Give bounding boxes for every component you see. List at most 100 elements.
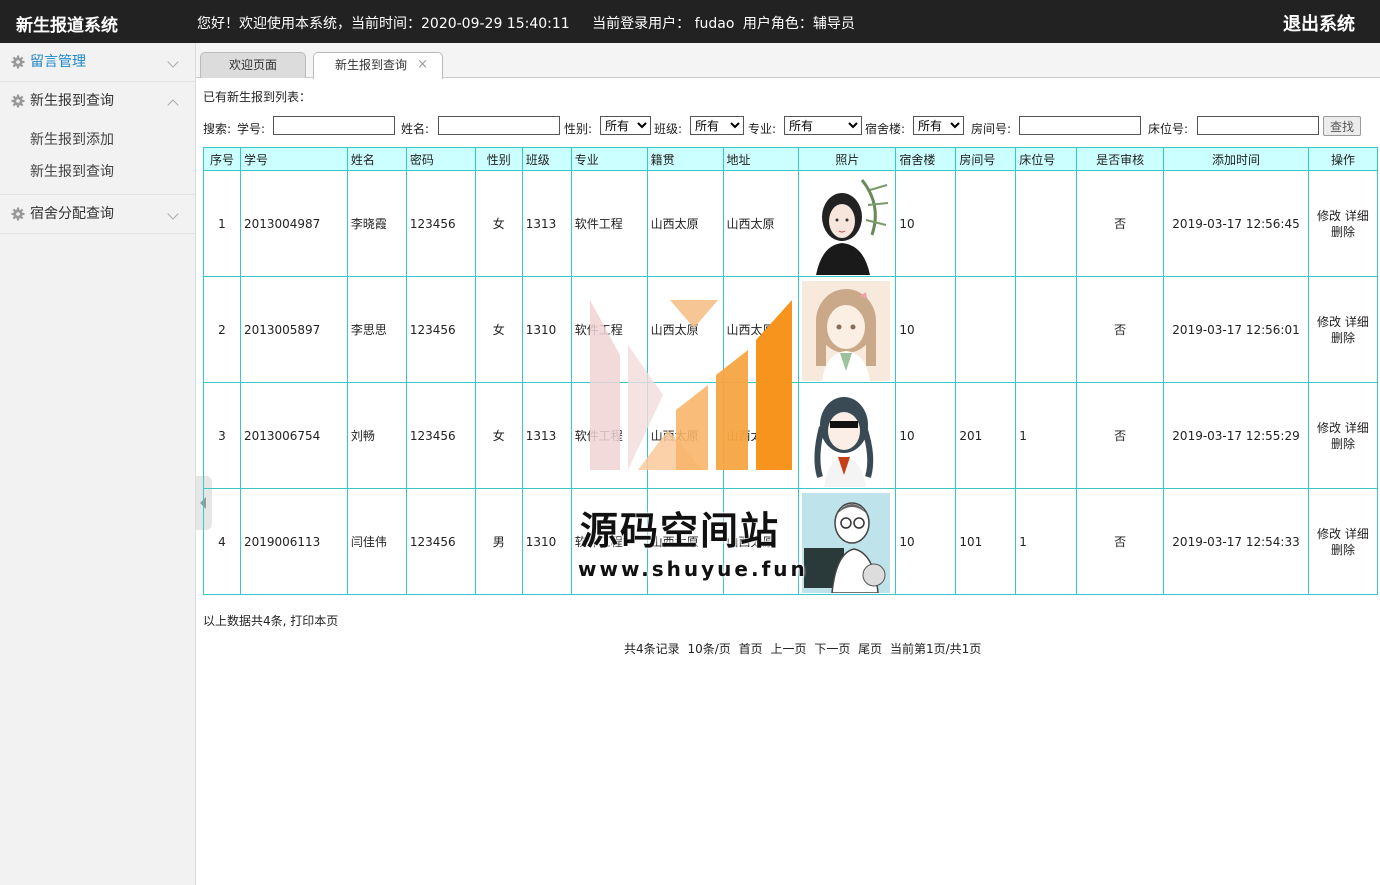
col-header: 性别 — [474, 147, 523, 171]
menu-label: 新生报到查询 — [30, 93, 114, 109]
cell-class: 1313 — [521, 170, 572, 277]
cell-dorm: 10 — [895, 488, 957, 595]
gender-select[interactable]: 所有 — [600, 116, 651, 135]
last-page-link[interactable]: 尾页 — [858, 642, 882, 656]
cell-origin: 山西太原 — [646, 276, 724, 383]
bed-input[interactable] — [1197, 116, 1319, 135]
tab-label: 欢迎页面 — [228, 58, 277, 72]
col-header: 添加时间 — [1163, 147, 1309, 171]
delete-link[interactable]: 删除 — [1331, 331, 1355, 345]
detail-link[interactable]: 详细 — [1345, 315, 1369, 329]
menu-dorm-assignment[interactable]: 宿舍分配查询 — [0, 195, 195, 233]
menu-label: 宿舍分配查询 — [30, 206, 114, 222]
col-header: 床位号 — [1015, 147, 1078, 171]
col-header: 专业 — [570, 147, 648, 171]
cell-addr: 山西太原 — [722, 170, 800, 277]
chevron-up-icon — [167, 99, 179, 111]
cell-sid: 2013006754 — [239, 382, 348, 489]
watermark-text: 源码空间站 — [580, 509, 781, 553]
class-select[interactable]: 所有 — [690, 116, 744, 135]
cell-pwd: 123456 — [405, 488, 476, 595]
ops-cell: 修改 详细删除 — [1307, 170, 1379, 277]
pagination: 共4条记录 10条/页 首页 上一页 下一页 尾页 当前第1页/共1页 — [624, 640, 985, 657]
cell-time: 2019-03-17 12:56:01 — [1163, 276, 1309, 383]
major-label: 专业: — [748, 122, 777, 136]
student-no-input[interactable] — [273, 116, 395, 135]
cell-no: 3 — [203, 382, 241, 489]
edit-link[interactable]: 修改 — [1317, 527, 1341, 541]
cell-time: 2019-03-17 12:55:29 — [1163, 382, 1309, 489]
col-header: 密码 — [405, 147, 476, 171]
search-button[interactable]: 查找 — [1323, 116, 1361, 136]
menu-group-registration: 新生报到查询 新生报到添加 新生报到查询 — [0, 82, 195, 195]
logout-button[interactable]: 退出系统 — [1283, 10, 1355, 36]
major-select[interactable]: 所有 — [784, 116, 862, 135]
detail-link[interactable]: 详细 — [1345, 209, 1369, 223]
cell-sid: 2013005897 — [239, 276, 348, 383]
cell-no: 2 — [203, 276, 241, 383]
cell-room — [955, 276, 1017, 383]
menu-label: 留言管理 — [30, 54, 86, 70]
student-photo — [802, 174, 891, 275]
cell-class: 1313 — [521, 382, 572, 489]
tab-welcome[interactable]: 欢迎页面 — [200, 52, 306, 78]
menu-group-messages: 留言管理 — [0, 43, 195, 82]
edit-link[interactable]: 修改 — [1317, 421, 1341, 435]
gear-icon — [11, 55, 25, 69]
detail-link[interactable]: 详细 — [1345, 421, 1369, 435]
cell-bed: 1 — [1015, 488, 1078, 595]
room-label: 房间号: — [971, 122, 1012, 136]
first-page-link[interactable]: 首页 — [739, 642, 763, 656]
menu-registration[interactable]: 新生报到查询 — [0, 82, 195, 120]
menu-messages[interactable]: 留言管理 — [0, 43, 195, 81]
name-label: 姓名: — [401, 122, 430, 136]
print-page-link[interactable]: 打印本页 — [290, 614, 338, 628]
gender-label: 性别: — [564, 122, 593, 136]
summary-line: 以上数据共4条, 打印本页 — [203, 612, 338, 629]
detail-link[interactable]: 详细 — [1345, 527, 1369, 541]
dorm-label: 宿舍楼: — [865, 122, 906, 136]
sidebar-item-registration-add[interactable]: 新生报到添加 — [0, 124, 195, 156]
cell-no: 1 — [203, 170, 241, 277]
next-page-link[interactable]: 下一页 — [814, 642, 850, 656]
delete-link[interactable]: 删除 — [1331, 437, 1355, 451]
prev-page-link[interactable]: 上一页 — [770, 642, 806, 656]
col-header: 籍贯 — [646, 147, 724, 171]
dorm-select[interactable]: 所有 — [913, 116, 964, 135]
user-role-text: 用户角色：辅导员 — [742, 16, 855, 32]
col-header: 宿舍楼 — [895, 147, 957, 171]
cell-audited: 否 — [1076, 276, 1165, 383]
cell-time: 2019-03-17 12:54:33 — [1163, 488, 1309, 595]
delete-link[interactable]: 删除 — [1331, 543, 1355, 557]
tab-registration-query[interactable]: 新生报到查询 × — [313, 52, 443, 79]
watermark-url: www.shuyue.fun — [578, 557, 808, 581]
cell-gender: 女 — [474, 170, 523, 277]
table-row: 1 2013004987 李晓霞 123456 女 1313 软件工程 山西太原 山西太原 10 否… — [203, 170, 1379, 277]
table-header-row: 序号 学号 姓名 密码 性别 班级 专业 籍贯 地址 照片 宿舍楼 房间号 床位… — [203, 147, 1379, 171]
student-no-label: 学号: — [237, 122, 266, 136]
room-input[interactable] — [1019, 116, 1141, 135]
cell-sid: 2013004987 — [239, 170, 348, 277]
chevron-down-icon — [167, 208, 179, 220]
col-header: 序号 — [203, 147, 241, 171]
class-label: 班级: — [654, 122, 683, 136]
delete-link[interactable]: 删除 — [1331, 225, 1355, 239]
close-icon[interactable]: × — [417, 53, 428, 77]
name-input[interactable] — [438, 116, 560, 135]
table-row: 3 2013006754 刘畅 123456 女 1313 软件工程 山西太原 山西太原 10 20… — [203, 382, 1379, 489]
col-header: 操作 — [1307, 147, 1379, 171]
photo-cell — [798, 382, 897, 489]
sidebar-item-registration-query[interactable]: 新生报到查询 — [0, 156, 195, 188]
current-page: 当前第1页/共1页 — [890, 642, 982, 656]
tab-bar: 欢迎页面 新生报到查询 × — [196, 43, 1380, 79]
cell-dorm: 10 — [895, 276, 957, 383]
bed-label: 床位号: — [1148, 122, 1189, 136]
edit-link[interactable]: 修改 — [1317, 315, 1341, 329]
cell-major: 软件工程 — [570, 382, 648, 489]
cell-audited: 否 — [1076, 170, 1165, 277]
cell-gender: 女 — [474, 276, 523, 383]
cell-bed — [1015, 276, 1078, 383]
edit-link[interactable]: 修改 — [1317, 209, 1341, 223]
list-title: 已有新生报到列表： — [203, 90, 312, 104]
student-photo — [802, 492, 891, 593]
